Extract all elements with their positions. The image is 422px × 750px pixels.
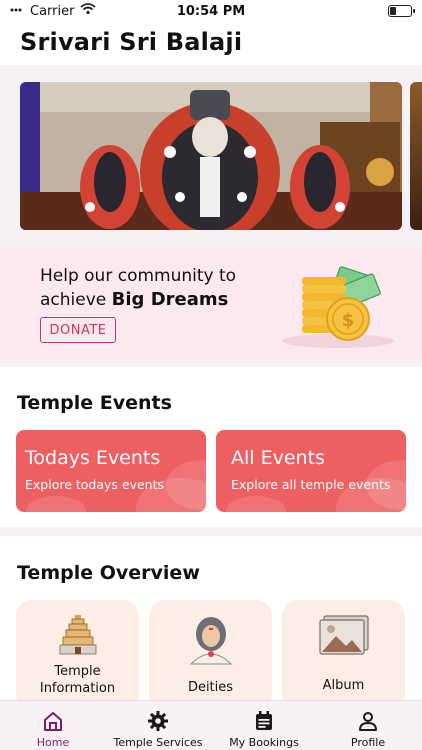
signal-icon <box>10 4 24 19</box>
deity-photo <box>20 82 402 230</box>
svg-text:$: $ <box>342 310 355 331</box>
header: Srivari Sri Balaji <box>0 22 422 65</box>
tab-temple-services-label: Temple Services <box>113 736 203 749</box>
all-events-card[interactable]: All Events Explore all temple events <box>216 430 406 512</box>
all-events-subtitle: Explore all temple events <box>231 477 391 492</box>
donate-line2-prefix: achieve <box>40 290 107 310</box>
tab-my-bookings[interactable]: My Bookings <box>224 701 304 750</box>
overview-title: Temple Overview <box>17 562 200 584</box>
donate-message: Help our community to achieve Big Dreams <box>40 264 236 312</box>
album-label: Album <box>322 678 365 693</box>
deity-icon <box>189 617 232 665</box>
todays-events-subtitle: Explore todays events <box>25 477 165 492</box>
carrier-label: Carrier <box>30 3 75 19</box>
album-icon <box>318 615 369 655</box>
donate-section: Help our community to achieve Big Dreams… <box>0 247 422 359</box>
donate-line2-bold: Big Dreams <box>111 289 229 310</box>
donate-button[interactable]: DONATE <box>40 317 116 343</box>
bottom-tab-bar: Home Temple Services My Bookings Profile <box>0 700 422 750</box>
deities-label: Deities <box>187 680 234 695</box>
todays-events-title: Todays Events <box>25 447 161 469</box>
temple-information-line2: Information <box>39 681 116 696</box>
calendar-icon <box>256 711 272 730</box>
tab-profile[interactable]: Profile <box>338 701 398 750</box>
tab-my-bookings-label: My Bookings <box>229 736 299 749</box>
coins-money-icon: $ <box>282 266 394 348</box>
status-left: Carrier <box>10 3 97 19</box>
tab-home[interactable]: Home <box>23 701 83 750</box>
tab-profile-label: Profile <box>350 736 386 749</box>
deities-card[interactable]: Deities <box>149 600 272 710</box>
temple-information-card[interactable]: Temple Information <box>16 600 139 710</box>
gear-icon <box>148 711 168 731</box>
person-icon <box>359 712 377 731</box>
todays-events-card[interactable]: Todays Events Explore todays events <box>16 430 206 512</box>
banner-image[interactable] <box>20 82 402 230</box>
banner-next-slide[interactable] <box>410 82 422 230</box>
album-card[interactable]: Album <box>282 600 405 710</box>
donate-line1: Help our community to <box>40 266 237 286</box>
tab-temple-services[interactable]: Temple Services <box>108 701 208 750</box>
tab-home-label: Home <box>36 736 70 749</box>
battery-icon <box>388 5 415 17</box>
events-title: Temple Events <box>17 392 172 414</box>
temple-icon <box>59 615 96 655</box>
home-icon <box>44 712 62 731</box>
status-bar: Carrier 10:54 PM <box>0 0 422 22</box>
app-title: Srivari Sri Balaji <box>20 28 243 56</box>
temple-information-line1: Temple <box>54 664 101 679</box>
all-events-title: All Events <box>231 447 325 469</box>
wifi-icon <box>80 3 97 19</box>
